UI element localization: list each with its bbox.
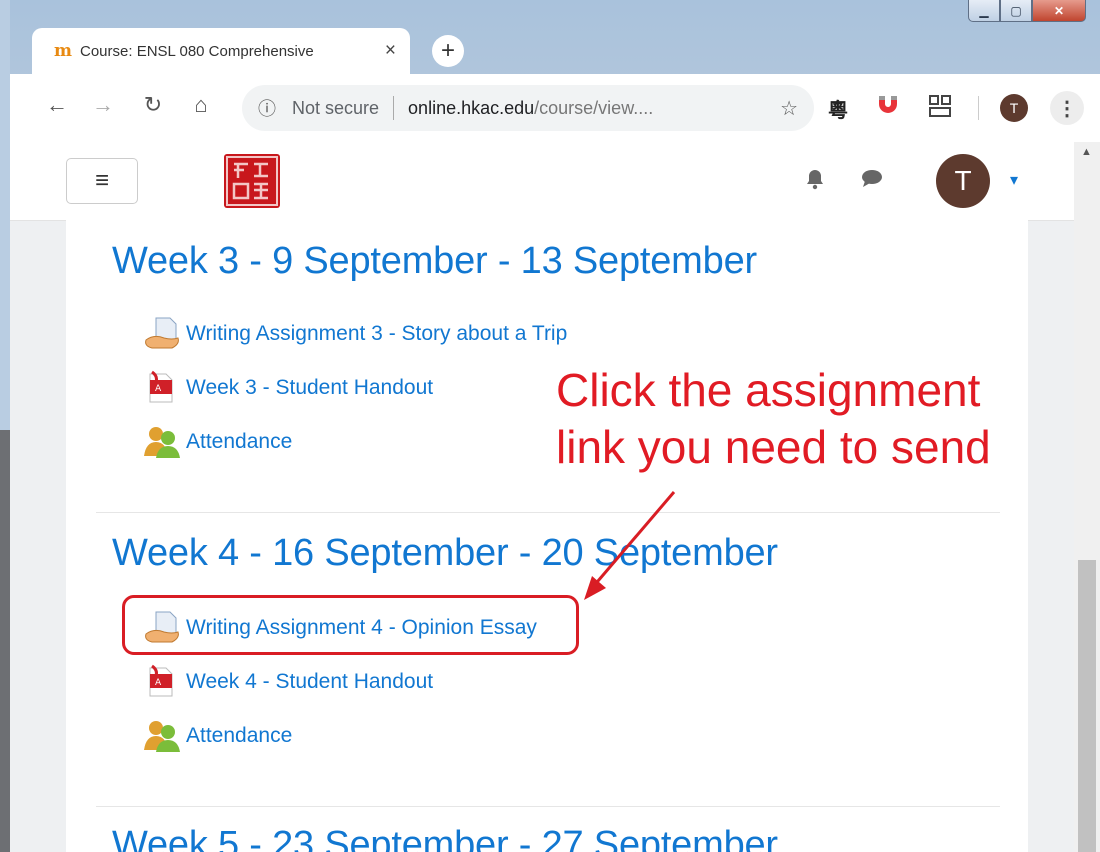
url-text[interactable]: online.hkac.edu/course/view.... xyxy=(408,98,772,119)
section-title-week-5[interactable]: Week 5 - 23 September - 27 September xyxy=(112,824,778,852)
attendance-icon xyxy=(142,718,182,754)
info-icon[interactable]: ⓘ xyxy=(258,95,284,121)
messages-chat-icon[interactable] xyxy=(860,168,884,194)
menu-toggle-button[interactable]: ≡ xyxy=(66,158,138,204)
hamburger-icon: ≡ xyxy=(94,167,109,194)
new-tab-button[interactable]: + xyxy=(432,35,464,67)
activity-link[interactable]: Attendance xyxy=(186,724,292,748)
tab-close-button[interactable]: × xyxy=(385,40,396,62)
notifications-bell-icon[interactable] xyxy=(805,168,825,196)
activity-link[interactable]: Week 4 - Student Handout xyxy=(186,670,433,694)
assignment-icon xyxy=(142,316,182,352)
course-content-card: Week 3 - 9 September - 13 September Writ… xyxy=(66,220,1028,852)
moodle-favicon-icon: m xyxy=(54,41,72,61)
browser-menu-icon[interactable]: ⋮ xyxy=(1050,91,1084,125)
grid-extension-icon[interactable] xyxy=(928,94,952,124)
activity-week-3-attendance[interactable]: Attendance xyxy=(142,424,292,460)
user-avatar[interactable]: T xyxy=(936,154,990,208)
section-title-week-3[interactable]: Week 3 - 9 September - 13 September xyxy=(112,240,757,283)
window-border-highlight xyxy=(0,0,10,430)
highlight-box xyxy=(122,595,579,655)
address-bar[interactable]: ⓘ Not secure online.hkac.edu/course/view… xyxy=(242,85,814,131)
activity-week-3-handout[interactable]: A Week 3 - Student Handout xyxy=(142,370,433,406)
scroll-up-arrow-icon[interactable]: ▲ xyxy=(1081,146,1092,158)
user-menu-chevron-down-icon[interactable]: ▾ xyxy=(1010,170,1018,190)
minimize-button[interactable]: ▁ xyxy=(968,0,1000,22)
maximize-button[interactable]: ▢ xyxy=(1000,0,1032,22)
url-path: /course/view.... xyxy=(534,97,654,118)
browser-profile-avatar[interactable]: T xyxy=(1000,94,1028,122)
tab-title: Course: ENSL 080 Comprehensive xyxy=(80,42,314,60)
forward-icon[interactable]: → xyxy=(88,92,118,118)
toolbar-divider xyxy=(978,96,979,120)
pdf-icon: A xyxy=(142,370,182,406)
activity-week-4-attendance[interactable]: Attendance xyxy=(142,718,292,754)
activity-link[interactable]: Attendance xyxy=(186,430,292,454)
home-icon[interactable]: ⌂ xyxy=(186,92,216,118)
url-host: online.hkac.edu xyxy=(408,97,535,118)
svg-text:A: A xyxy=(155,678,162,688)
instruction-callout: Click the assignment link you need to se… xyxy=(556,362,991,476)
page-viewport: ≡ T ▾ Week 3 - 9 September - 13 Septembe… xyxy=(10,142,1074,852)
window-controls: ▁ ▢ ✕ xyxy=(968,0,1086,22)
back-icon[interactable]: ← xyxy=(42,92,72,118)
activity-link[interactable]: Week 3 - Student Handout xyxy=(186,376,433,400)
svg-text:A: A xyxy=(155,384,162,394)
site-logo[interactable] xyxy=(224,154,280,208)
magnet-extension-icon[interactable] xyxy=(876,94,900,122)
cantonese-extension-icon[interactable]: 粵 xyxy=(828,94,848,123)
browser-tab[interactable]: m Course: ENSL 080 Comprehensive × xyxy=(32,28,410,74)
attendance-icon xyxy=(142,424,182,460)
pdf-icon: A xyxy=(142,664,182,700)
activity-writing-assignment-3[interactable]: Writing Assignment 3 - Story about a Tri… xyxy=(142,316,567,352)
moodle-navbar: ≡ T ▾ xyxy=(10,142,1074,221)
bookmark-star-icon[interactable]: ☆ xyxy=(780,96,798,121)
security-label: Not secure xyxy=(292,97,380,118)
omnibox-separator xyxy=(393,96,395,120)
section-divider xyxy=(96,806,1000,807)
vertical-scrollbar[interactable]: ▲ xyxy=(1074,142,1100,852)
callout-line-2: link you need to send xyxy=(556,421,991,473)
activity-week-4-handout[interactable]: A Week 4 - Student Handout xyxy=(142,664,433,700)
section-title-week-4[interactable]: Week 4 - 16 September - 20 September xyxy=(112,532,778,575)
reload-icon[interactable]: ↻ xyxy=(138,92,168,118)
activity-link[interactable]: Writing Assignment 3 - Story about a Tri… xyxy=(186,322,567,346)
close-window-button[interactable]: ✕ xyxy=(1032,0,1086,22)
browser-toolbar: ← → ↻ ⌂ ⓘ Not secure online.hkac.edu/cou… xyxy=(10,74,1100,143)
callout-line-1: Click the assignment xyxy=(556,364,981,416)
section-divider xyxy=(96,512,1000,513)
scrollbar-thumb[interactable] xyxy=(1078,560,1096,852)
